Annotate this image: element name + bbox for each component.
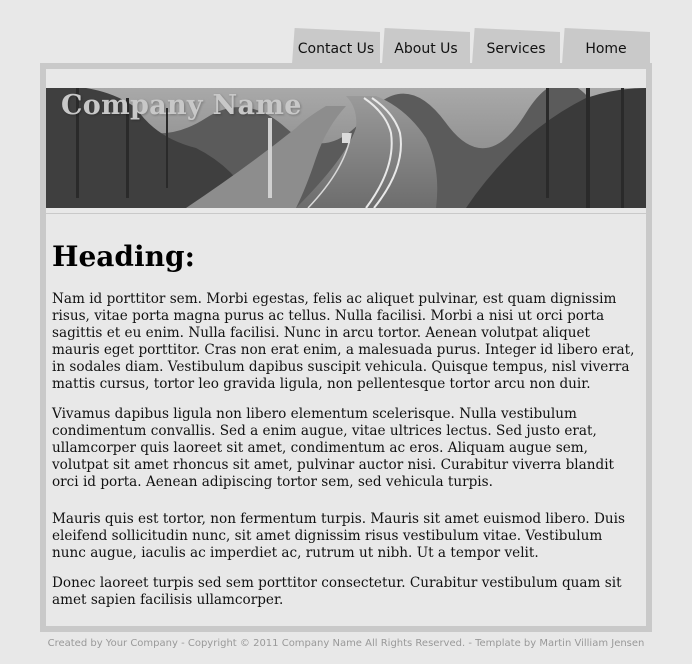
header-banner-image: Company Name	[46, 88, 646, 208]
nav-tab-contact-us[interactable]: Contact Us	[292, 28, 380, 64]
nav-tab-services[interactable]: Services	[472, 28, 560, 64]
footer-copyright: Created by Your Company - Copyright © 20…	[47, 638, 645, 649]
company-name[interactable]: Company Name	[61, 90, 302, 121]
paragraph-2: Vivamus dapibus ligula non libero elemen…	[52, 406, 615, 490]
paragraph-1: Nam id porttitor sem. Morbi egestas, fel…	[52, 291, 635, 392]
page-heading: Heading:	[52, 240, 195, 273]
paragraph-4: Donec laoreet turpis sed sem porttitor c…	[52, 575, 622, 608]
nav-tab-about-us[interactable]: About Us	[382, 28, 470, 64]
main-content: Heading: Nam id porttitor sem. Morbi ege…	[46, 214, 646, 626]
page-frame: Company Name Heading: Nam id porttitor s…	[40, 63, 652, 632]
paragraph-3: Mauris quis est tortor, non fermentum tu…	[52, 511, 625, 561]
header: Company Name	[46, 69, 646, 213]
nav-tab-home[interactable]: Home	[562, 28, 650, 64]
main-navigation: Contact Us About Us Services Home	[0, 28, 692, 64]
